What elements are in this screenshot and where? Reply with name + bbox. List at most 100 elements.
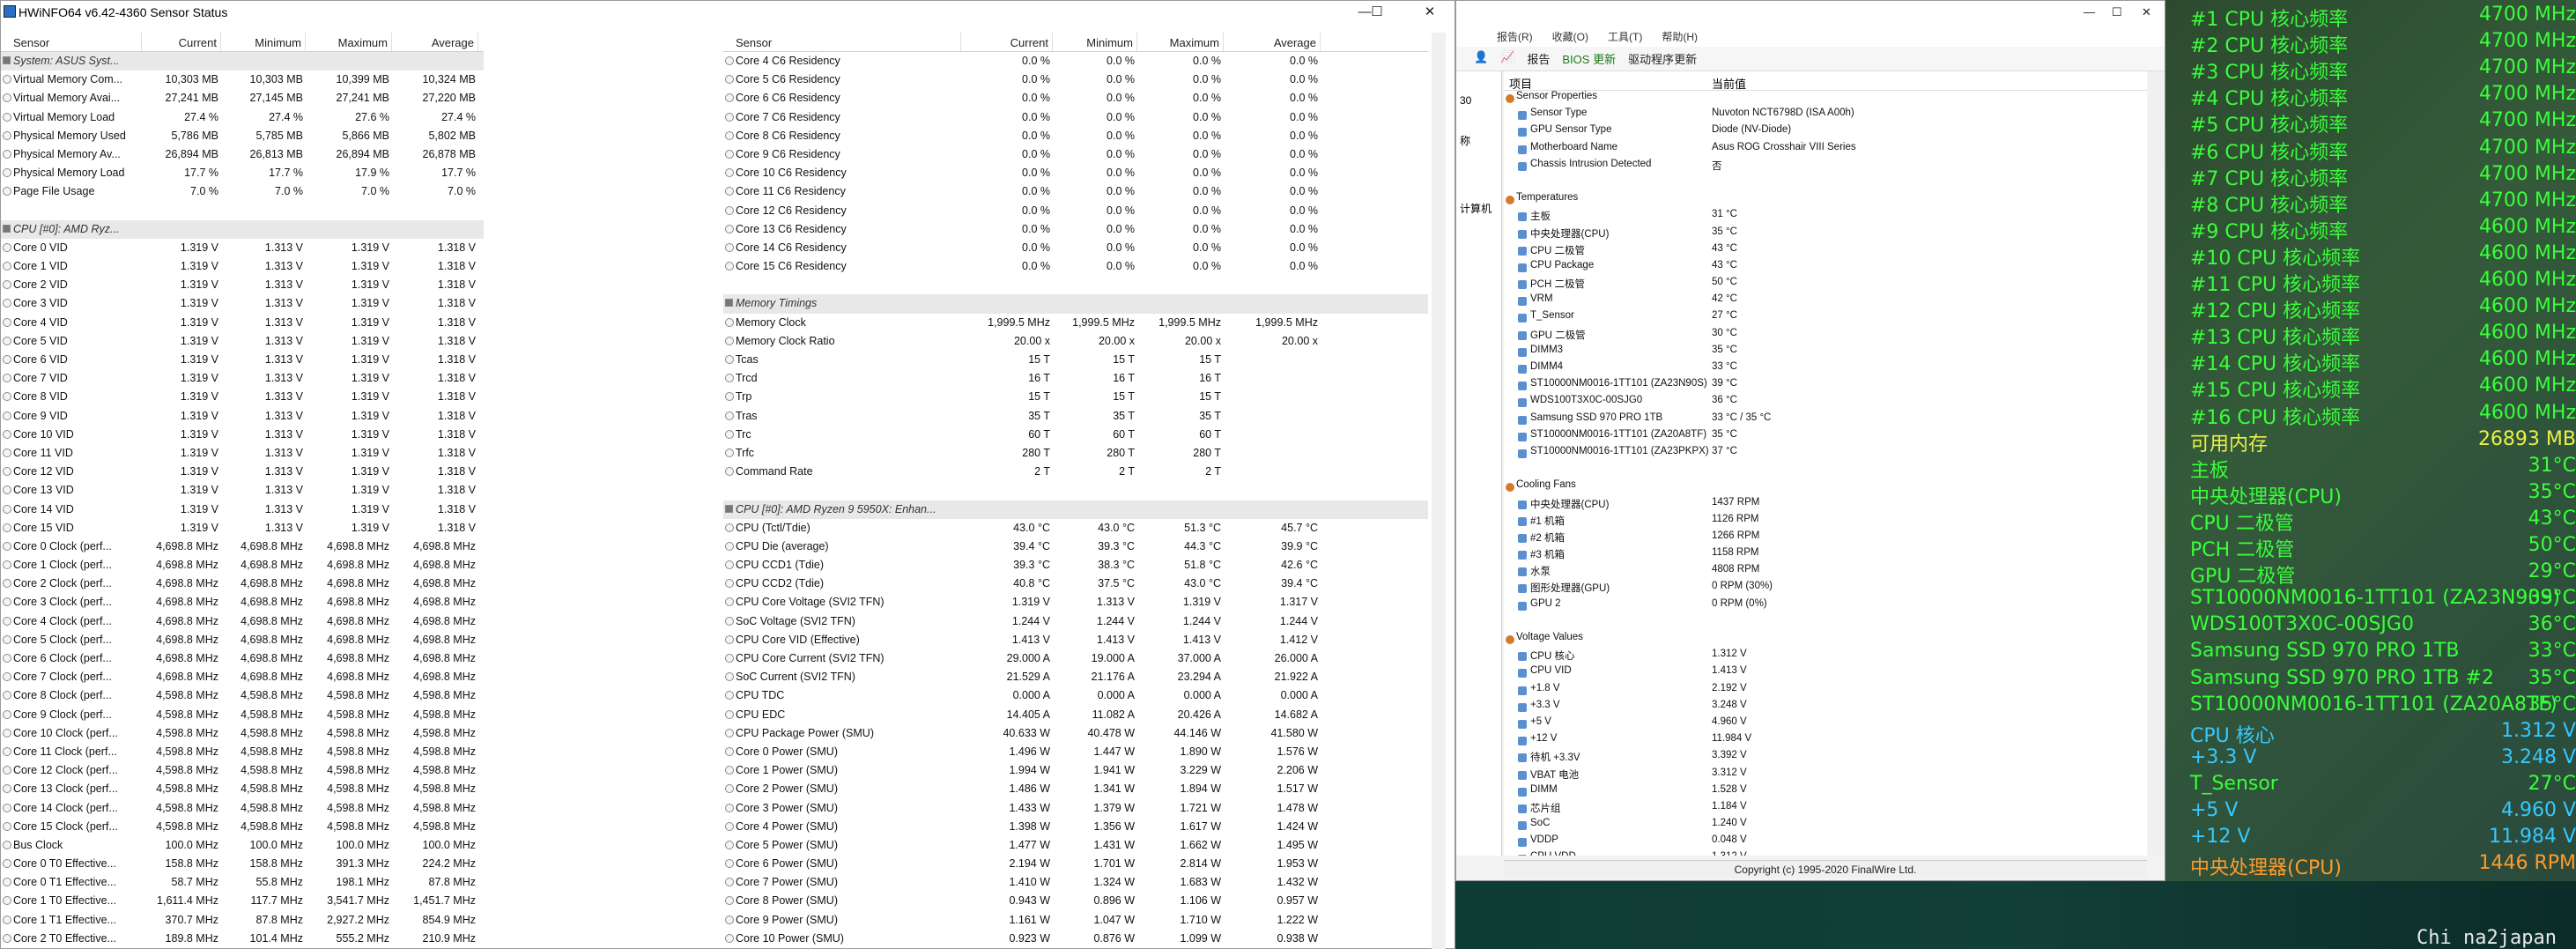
col-header[interactable]: Average bbox=[1224, 33, 1321, 51]
sensor-item[interactable] bbox=[1504, 615, 2147, 632]
menu-tools[interactable]: 工具(T) bbox=[1608, 29, 1642, 47]
sensor-item[interactable]: CPU 核心 1.312 V bbox=[1504, 649, 2147, 665]
bios-update-button[interactable]: BIOS 更新 bbox=[1562, 50, 1616, 70]
sensor-row[interactable]: Core 15 C6 Residency 0.0 % 0.0 % 0.0 % 0.0 % bbox=[723, 257, 1428, 276]
sensor-row[interactable]: Core 10 Power (SMU) 0.923 W 0.876 W 1.099 W… bbox=[723, 930, 1428, 948]
sensor-row[interactable]: Core 11 VID 1.319 V 1.313 V 1.319 V 1.318 V bbox=[1, 444, 484, 463]
col-header[interactable]: Average bbox=[392, 33, 478, 51]
sensor-item[interactable]: CPU VID 1.413 V bbox=[1504, 665, 2147, 682]
sensor-item[interactable]: Motherboard Name Asus ROG Crosshair VIII … bbox=[1504, 142, 2147, 159]
sensor-item[interactable]: ST10000NM0016-1TT101 (ZA23N90S) 39 °C bbox=[1504, 378, 2147, 395]
sensor-row[interactable]: CPU Core Voltage (SVI2 TFN) 1.319 V 1.313 … bbox=[723, 593, 1428, 612]
sensor-group-header[interactable]: CPU [#0]: AMD Ryz... bbox=[1, 219, 484, 239]
sensor-row[interactable]: Core 11 C6 Residency 0.0 % 0.0 % 0.0 % 0.0 % bbox=[723, 182, 1428, 201]
sensor-row[interactable]: CPU Core Current (SVI2 TFN) 29.000 A 19.00… bbox=[723, 649, 1428, 668]
sensor-row[interactable]: Trfc 280 T 280 T 280 T bbox=[723, 444, 1428, 463]
sensor-item[interactable]: VRM 42 °C bbox=[1504, 293, 2147, 310]
sensor-row[interactable]: Core 13 C6 Residency 0.0 % 0.0 % 0.0 % 0.0 % bbox=[723, 220, 1428, 239]
sensor-row[interactable]: Core 5 Power (SMU) 1.477 W 1.431 W 1.662 W 1… bbox=[723, 836, 1428, 855]
section-header[interactable]: Sensor Properties bbox=[1504, 91, 2147, 108]
sensor-row[interactable]: CPU EDC 14.405 A 11.082 A 20.426 A 14.682 A bbox=[723, 706, 1428, 724]
sensor-row[interactable]: Command Rate 2 T 2 T 2 T bbox=[723, 463, 1428, 481]
sensor-item[interactable]: CPU Package 43 °C bbox=[1504, 260, 2147, 277]
sensor-row[interactable]: Page File Usage 7.0 % 7.0 % 7.0 % 7.0 % bbox=[1, 182, 484, 201]
sensor-row[interactable]: Core 1 T0 Effective... 1,611.4 MHz 117.7 M… bbox=[1, 892, 484, 910]
col-header[interactable]: Minimum bbox=[221, 33, 306, 51]
sensor-row[interactable]: Core 2 Power (SMU) 1.486 W 1.341 W 1.894 W 1… bbox=[723, 780, 1428, 798]
sensor-row[interactable]: Core 10 C6 Residency 0.0 % 0.0 % 0.0 % 0.0 % bbox=[723, 164, 1428, 182]
sensor-row[interactable]: Virtual Memory Com... 10,303 MB 10,303 MB 1… bbox=[1, 70, 484, 89]
sensor-table-left[interactable]: Sensor Current Minimum Maximum Average System… bbox=[1, 33, 484, 949]
sensor-row[interactable] bbox=[723, 276, 1428, 294]
sensor-row[interactable]: Core 15 VID 1.319 V 1.313 V 1.319 V 1.318 V bbox=[1, 519, 484, 538]
sensor-row[interactable]: Physical Memory Load 17.7 % 17.7 % 17.9 % 17… bbox=[1, 164, 484, 182]
menu-favorites[interactable]: 收藏(O) bbox=[1552, 29, 1588, 47]
sensor-row[interactable]: Physical Memory Used 5,786 MB 5,785 MB 5,86… bbox=[1, 127, 484, 145]
sensor-row[interactable]: Memory Clock 1,999.5 MHz 1,999.5 MHz 1,999.… bbox=[723, 314, 1428, 332]
section-header[interactable]: Cooling Fans bbox=[1504, 479, 2147, 496]
sensor-item[interactable] bbox=[1504, 175, 2147, 192]
sensor-group-header[interactable]: CPU [#0]: AMD Ryzen 9 5950X: Enhan... bbox=[723, 500, 1428, 519]
sensor-row[interactable]: Core 9 Power (SMU) 1.161 W 1.047 W 1.710 W 1… bbox=[723, 911, 1428, 930]
sensor-row[interactable]: Tras 35 T 35 T 35 T bbox=[723, 407, 1428, 426]
report-button[interactable]: 报告 bbox=[1527, 50, 1550, 70]
sensor-item[interactable]: 水泵 4808 RPM bbox=[1504, 564, 2147, 581]
sensor-row[interactable]: Core 8 VID 1.319 V 1.313 V 1.319 V 1.318 V bbox=[1, 388, 484, 406]
sensor-row[interactable]: Core 5 VID 1.319 V 1.313 V 1.319 V 1.318 V bbox=[1, 332, 484, 351]
col-header[interactable]: Sensor bbox=[723, 33, 961, 51]
close-button[interactable]: ✕ bbox=[1412, 3, 1447, 22]
sensor-row[interactable]: Trcd 16 T 16 T 16 T bbox=[723, 369, 1428, 388]
sensor-item[interactable]: CPU VDD 1.312 V bbox=[1504, 851, 2147, 856]
sensor-row[interactable]: Virtual Memory Load 27.4 % 27.4 % 27.6 % 27.… bbox=[1, 108, 484, 127]
sensor-row[interactable]: Core 6 C6 Residency 0.0 % 0.0 % 0.0 % 0.0 % bbox=[723, 89, 1428, 108]
sensor-row[interactable]: Core 1 Clock (perf... 4,698.8 MHz 4,698.8 … bbox=[1, 556, 484, 575]
col-header[interactable]: Sensor bbox=[1, 33, 142, 51]
sensor-row[interactable]: Core 2 Clock (perf... 4,698.8 MHz 4,698.8 … bbox=[1, 575, 484, 593]
sensor-row[interactable]: Core 14 VID 1.319 V 1.313 V 1.319 V 1.318 V bbox=[1, 500, 484, 519]
sensor-row[interactable]: Core 5 C6 Residency 0.0 % 0.0 % 0.0 % 0.0 % bbox=[723, 70, 1428, 89]
sensor-item[interactable]: VBAT 电池 3.312 V bbox=[1504, 767, 2147, 784]
sensor-row[interactable]: Virtual Memory Avai... 27,241 MB 27,145 MB… bbox=[1, 89, 484, 108]
sensor-item[interactable]: 中央处理器(CPU) 1437 RPM bbox=[1504, 497, 2147, 514]
sensor-row[interactable]: Core 7 VID 1.319 V 1.313 V 1.319 V 1.318 V bbox=[1, 369, 484, 388]
sensor-row[interactable]: CPU Die (average) 39.4 °C 39.3 °C 44.3 °C 39… bbox=[723, 538, 1428, 556]
sensor-row[interactable]: Core 7 C6 Residency 0.0 % 0.0 % 0.0 % 0.0 % bbox=[723, 108, 1428, 127]
col-header[interactable]: Current bbox=[142, 33, 221, 51]
aida-titlebar[interactable]: — ☐ ✕ bbox=[1456, 1, 2165, 26]
maximize-button[interactable]: ☐ bbox=[1359, 3, 1395, 22]
sensor-item[interactable]: CPU 二极管 43 °C bbox=[1504, 243, 2147, 260]
sensor-item[interactable]: Chassis Intrusion Detected 否 bbox=[1504, 159, 2147, 175]
sensor-row[interactable]: Core 15 Clock (perf... 4,598.8 MHz 4,598.8… bbox=[1, 818, 484, 836]
sensor-row[interactable]: Core 8 Power (SMU) 0.943 W 0.896 W 1.106 W 0… bbox=[723, 892, 1428, 910]
sensor-item[interactable]: +12 V 11.984 V bbox=[1504, 733, 2147, 750]
hwinfo-titlebar[interactable]: HWiNFO64 v6.42-4360 Sensor Status — ☐ ✕ bbox=[1, 1, 1455, 24]
sensor-item[interactable]: GPU Sensor Type Diode (NV-Diode) bbox=[1504, 124, 2147, 141]
sensor-item[interactable]: +1.8 V 2.192 V bbox=[1504, 683, 2147, 700]
sensor-row[interactable]: Core 9 Clock (perf... 4,598.8 MHz 4,598.8 … bbox=[1, 706, 484, 724]
sensor-row[interactable]: Trp 15 T 15 T 15 T bbox=[723, 388, 1428, 406]
sensor-item[interactable]: GPU 2 0 RPM (0%) bbox=[1504, 598, 2147, 615]
sensor-row[interactable]: CPU CCD1 (Tdie) 39.3 °C 38.3 °C 51.8 °C 42.6… bbox=[723, 556, 1428, 575]
sensor-table-right[interactable]: Sensor Current Minimum Maximum Average Core 4… bbox=[723, 33, 1428, 949]
sensor-row[interactable]: Core 8 C6 Residency 0.0 % 0.0 % 0.0 % 0.0 % bbox=[723, 127, 1428, 145]
sensor-item[interactable]: T_Sensor 27 °C bbox=[1504, 310, 2147, 327]
sensor-row[interactable]: Core 6 Power (SMU) 2.194 W 1.701 W 2.814 W 1… bbox=[723, 855, 1428, 873]
sensor-row[interactable]: Physical Memory Av... 26,894 MB 26,813 MB 2… bbox=[1, 145, 484, 164]
sensor-item[interactable]: DIMM4 33 °C bbox=[1504, 361, 2147, 378]
sensor-item[interactable]: +3.3 V 3.248 V bbox=[1504, 700, 2147, 716]
aida-minimize-button[interactable]: — bbox=[2084, 5, 2095, 19]
sensor-item[interactable]: +5 V 4.960 V bbox=[1504, 716, 2147, 733]
sensor-item[interactable]: 中央处理器(CPU) 35 °C bbox=[1504, 226, 2147, 243]
sensor-group-header[interactable]: Memory Timings bbox=[723, 294, 1428, 314]
sensor-row[interactable]: CPU Core VID (Effective) 1.413 V 1.413 V 1.… bbox=[723, 631, 1428, 649]
vertical-scrollbar[interactable] bbox=[1432, 33, 1446, 949]
sensor-row[interactable]: SoC Voltage (SVI2 TFN) 1.244 V 1.244 V 1.24… bbox=[723, 612, 1428, 631]
sensor-row[interactable]: Core 12 Clock (perf... 4,598.8 MHz 4,598.8… bbox=[1, 761, 484, 780]
aida-maximize-button[interactable]: ☐ bbox=[2112, 5, 2122, 19]
sensor-row[interactable]: Core 12 C6 Residency 0.0 % 0.0 % 0.0 % 0.0 % bbox=[723, 202, 1428, 220]
sensor-row[interactable]: Core 2 T0 Effective... 189.8 MHz 101.4 MHz… bbox=[1, 930, 484, 948]
driver-update-button[interactable]: 驱动程序更新 bbox=[1628, 50, 1697, 70]
aida-scrollbar[interactable] bbox=[2149, 71, 2163, 856]
sensor-row[interactable]: Core 10 VID 1.319 V 1.313 V 1.319 V 1.318 V bbox=[1, 426, 484, 444]
sensor-row[interactable]: Core 10 Clock (perf... 4,598.8 MHz 4,598.8… bbox=[1, 724, 484, 743]
